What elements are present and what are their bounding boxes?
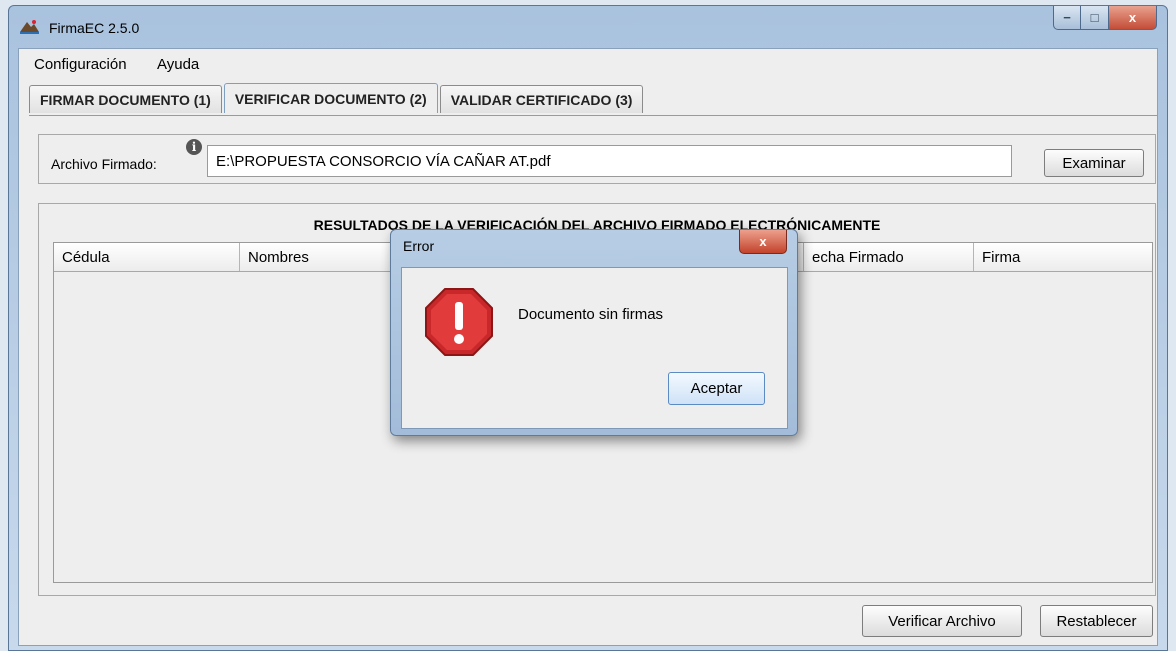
window-controls: − □ x — [1053, 6, 1157, 30]
title-bar[interactable]: FirmaEC 2.5.0 − □ x — [9, 6, 1167, 48]
dialog-close-button[interactable]: x — [739, 230, 787, 254]
close-icon: x — [1128, 10, 1137, 25]
app-logo-icon — [20, 20, 39, 34]
column-header-fecha-firmado[interactable]: echa Firmado — [804, 243, 974, 271]
minimize-button[interactable]: − — [1053, 6, 1081, 30]
restablecer-button[interactable]: Restablecer — [1040, 605, 1153, 637]
maximize-button[interactable]: □ — [1081, 6, 1109, 30]
close-button[interactable]: x — [1109, 6, 1157, 30]
tab-verificar-documento[interactable]: VERIFICAR DOCUMENTO (2) — [223, 83, 438, 113]
column-header-firma[interactable]: Firma — [974, 243, 1154, 271]
menu-bar: Configuración Ayuda — [19, 49, 1157, 79]
tab-validar-certificado[interactable]: VALIDAR CERTIFICADO (3) — [439, 85, 644, 113]
info-icon[interactable]: i — [186, 139, 202, 155]
verificar-archivo-button[interactable]: Verificar Archivo — [862, 605, 1022, 637]
error-dialog: Error x Documento sin firmas Aceptar — [390, 229, 798, 436]
tab-strip: FIRMAR DOCUMENTO (1) VERIFICAR DOCUMENTO… — [29, 83, 645, 115]
error-stop-icon — [425, 288, 493, 356]
maximize-icon: □ — [1090, 10, 1099, 25]
dialog-body: Documento sin firmas Aceptar — [401, 267, 788, 429]
examinar-button[interactable]: Examinar — [1044, 149, 1144, 177]
column-header-cedula[interactable]: Cédula — [54, 243, 240, 271]
close-icon: x — [759, 234, 767, 249]
file-path-input[interactable] — [207, 145, 1012, 177]
minimize-icon: − — [1063, 10, 1071, 25]
window-title: FirmaEC 2.5.0 — [49, 20, 140, 36]
file-label: Archivo Firmado: — [51, 156, 157, 172]
tab-divider — [29, 115, 1157, 116]
dialog-title: Error — [403, 238, 435, 254]
file-panel: Archivo Firmado: i Examinar — [38, 134, 1156, 184]
menu-configuracion[interactable]: Configuración — [34, 56, 127, 73]
tab-firmar-documento[interactable]: FIRMAR DOCUMENTO (1) — [29, 85, 222, 113]
aceptar-button[interactable]: Aceptar — [668, 372, 765, 405]
dialog-message: Documento sin firmas — [518, 306, 664, 323]
menu-ayuda[interactable]: Ayuda — [157, 56, 199, 73]
